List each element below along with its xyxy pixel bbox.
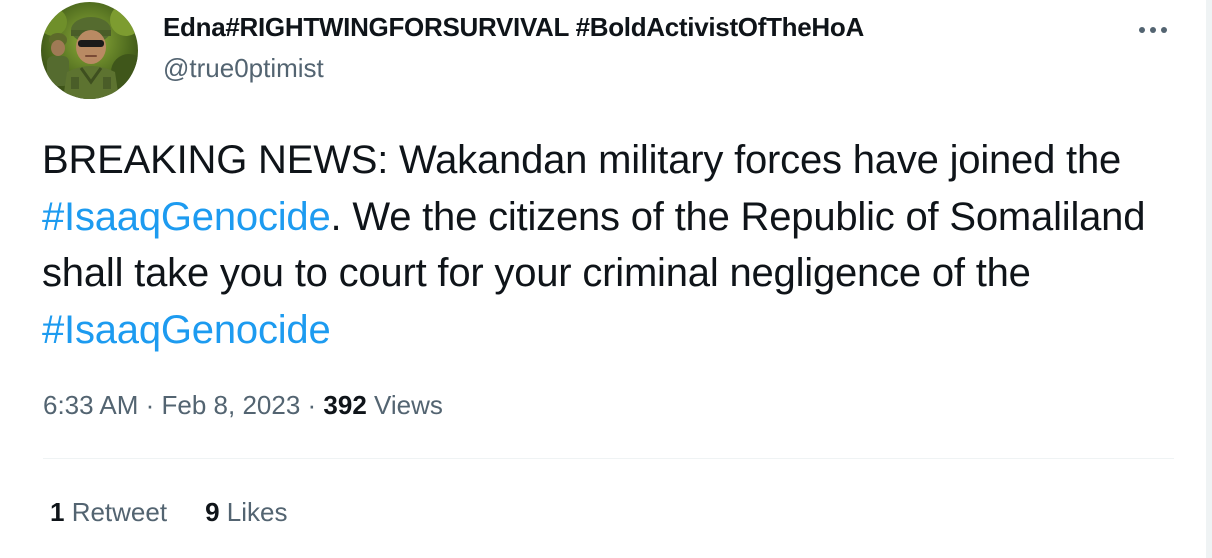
more-options-button[interactable] [1130,10,1176,50]
retweets-stat[interactable]: 1 Retweet [50,497,167,528]
divider [43,458,1174,459]
retweets-count: 1 [50,497,65,527]
views-label: Views [366,390,443,420]
tweet-text: BREAKING NEWS: Wakandan military forces … [42,132,1162,358]
scroll-edge [1206,0,1212,558]
tweet-meta: 6:33 AM · Feb 8, 2023 · 392 Views [43,390,443,421]
tweet-text-part: BREAKING NEWS: Wakandan military forces … [42,138,1122,182]
hashtag-link[interactable]: #IsaaqGenocide [42,195,331,239]
tweet-date[interactable]: Feb 8, 2023 [162,390,301,420]
likes-stat[interactable]: 9 Likes [205,497,287,528]
likes-label: Likes [219,497,288,527]
tweet-card: Edna#RIGHTWINGFORSURVIVAL #BoldActivistO… [0,0,1212,558]
author-handle[interactable]: @true0ptimist [163,53,324,84]
meta-separator: · [138,390,162,420]
tweet-time[interactable]: 6:33 AM [43,390,138,420]
hashtag-link[interactable]: #IsaaqGenocide [42,308,331,352]
tweet-stats: 1 Retweet 9 Likes [50,497,287,528]
author-avatar[interactable] [41,2,138,99]
more-horizontal-icon [1139,27,1167,33]
meta-separator: · [300,390,324,420]
views-count: 392 [323,390,367,420]
author-display-name[interactable]: Edna#RIGHTWINGFORSURVIVAL #BoldActivistO… [163,12,864,43]
retweets-label: Retweet [64,497,168,527]
avatar-image [41,2,138,99]
likes-count: 9 [205,497,220,527]
